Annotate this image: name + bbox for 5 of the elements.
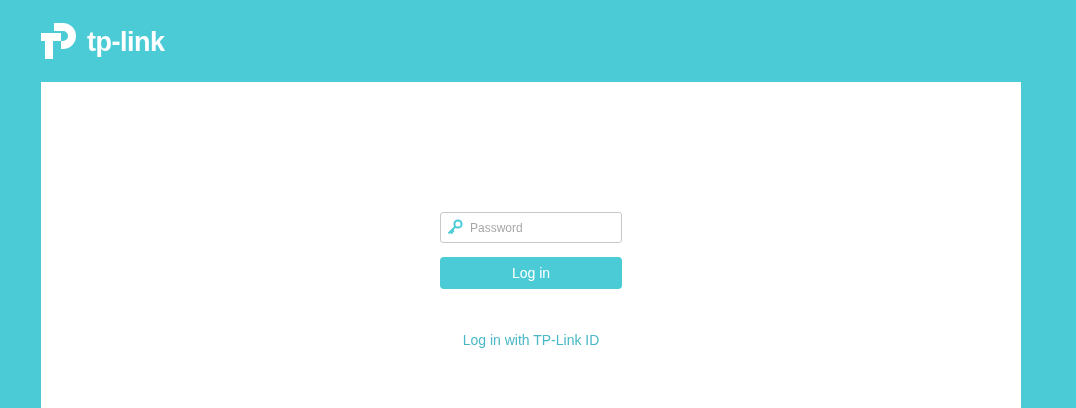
key-icon — [447, 219, 463, 235]
tp-link-id-link[interactable]: Log in with TP-Link ID — [462, 332, 600, 348]
password-field[interactable]: Password — [440, 212, 622, 243]
login-button[interactable]: Log in — [440, 257, 622, 289]
logo-text: tp-link — [87, 25, 165, 58]
